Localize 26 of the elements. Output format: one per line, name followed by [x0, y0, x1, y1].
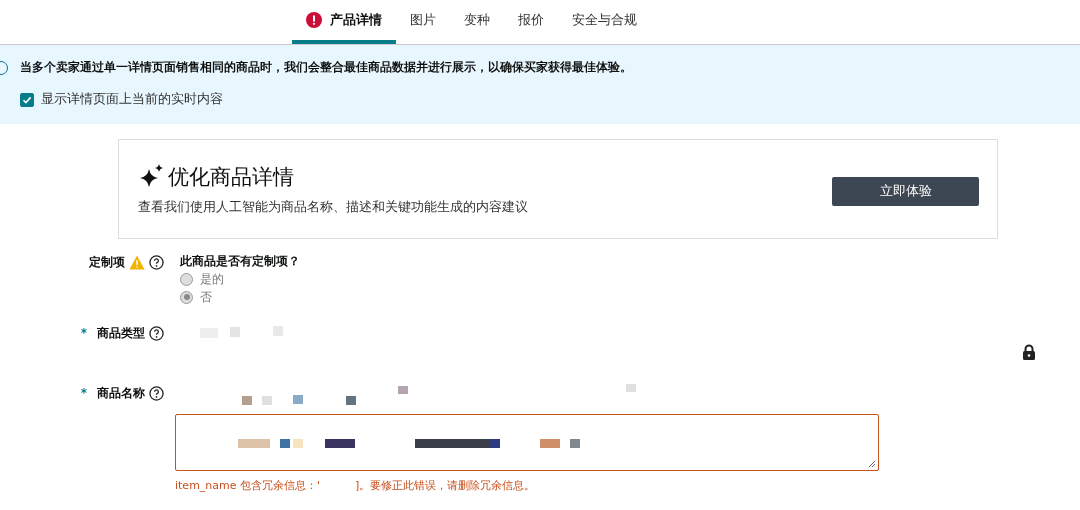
tab[interactable]: 报价: [504, 0, 558, 44]
radio-button[interactable]: [180, 272, 193, 286]
field-label: 商品类型: [97, 324, 145, 342]
card-description: 查看我们使用人工智能为商品名称、描述和关键功能生成的内容建议: [138, 198, 528, 216]
tab[interactable]: 安全与合规: [558, 0, 651, 44]
field-label: 定制项: [89, 253, 125, 271]
radio-label: 否: [200, 288, 212, 306]
card-title: 优化商品详情: [168, 163, 294, 191]
help-icon[interactable]: [149, 385, 164, 401]
field-question: 此商品是否有定制项？: [180, 253, 301, 270]
field-label: 商品名称: [97, 384, 145, 402]
error-message: item_name 包含冗余信息：' ]。要修正此错误，请删除冗余信息。: [175, 478, 537, 493]
required-asterisk: *: [80, 326, 87, 340]
help-icon[interactable]: [149, 254, 164, 270]
resize-grip-icon[interactable]: [868, 460, 876, 468]
checkbox[interactable]: [20, 92, 34, 107]
required-asterisk: *: [80, 386, 87, 400]
product-name-field[interactable]: [175, 414, 879, 471]
radio-button[interactable]: [180, 290, 193, 304]
tab[interactable]: 变种: [450, 0, 504, 44]
try-now-button[interactable]: 立即体验: [832, 176, 979, 206]
radio-label: 是的: [200, 270, 224, 288]
tab[interactable]: 图片: [396, 0, 450, 44]
checkbox-label: 显示详情页面上当前的实时内容: [41, 91, 223, 108]
help-icon[interactable]: [149, 325, 164, 341]
banner-message: 当多个卖家通过单一详情页面销售相同的商品时，我们会整合最佳商品数据并进行展示，以确保买家获得最佳体验。: [20, 60, 633, 75]
